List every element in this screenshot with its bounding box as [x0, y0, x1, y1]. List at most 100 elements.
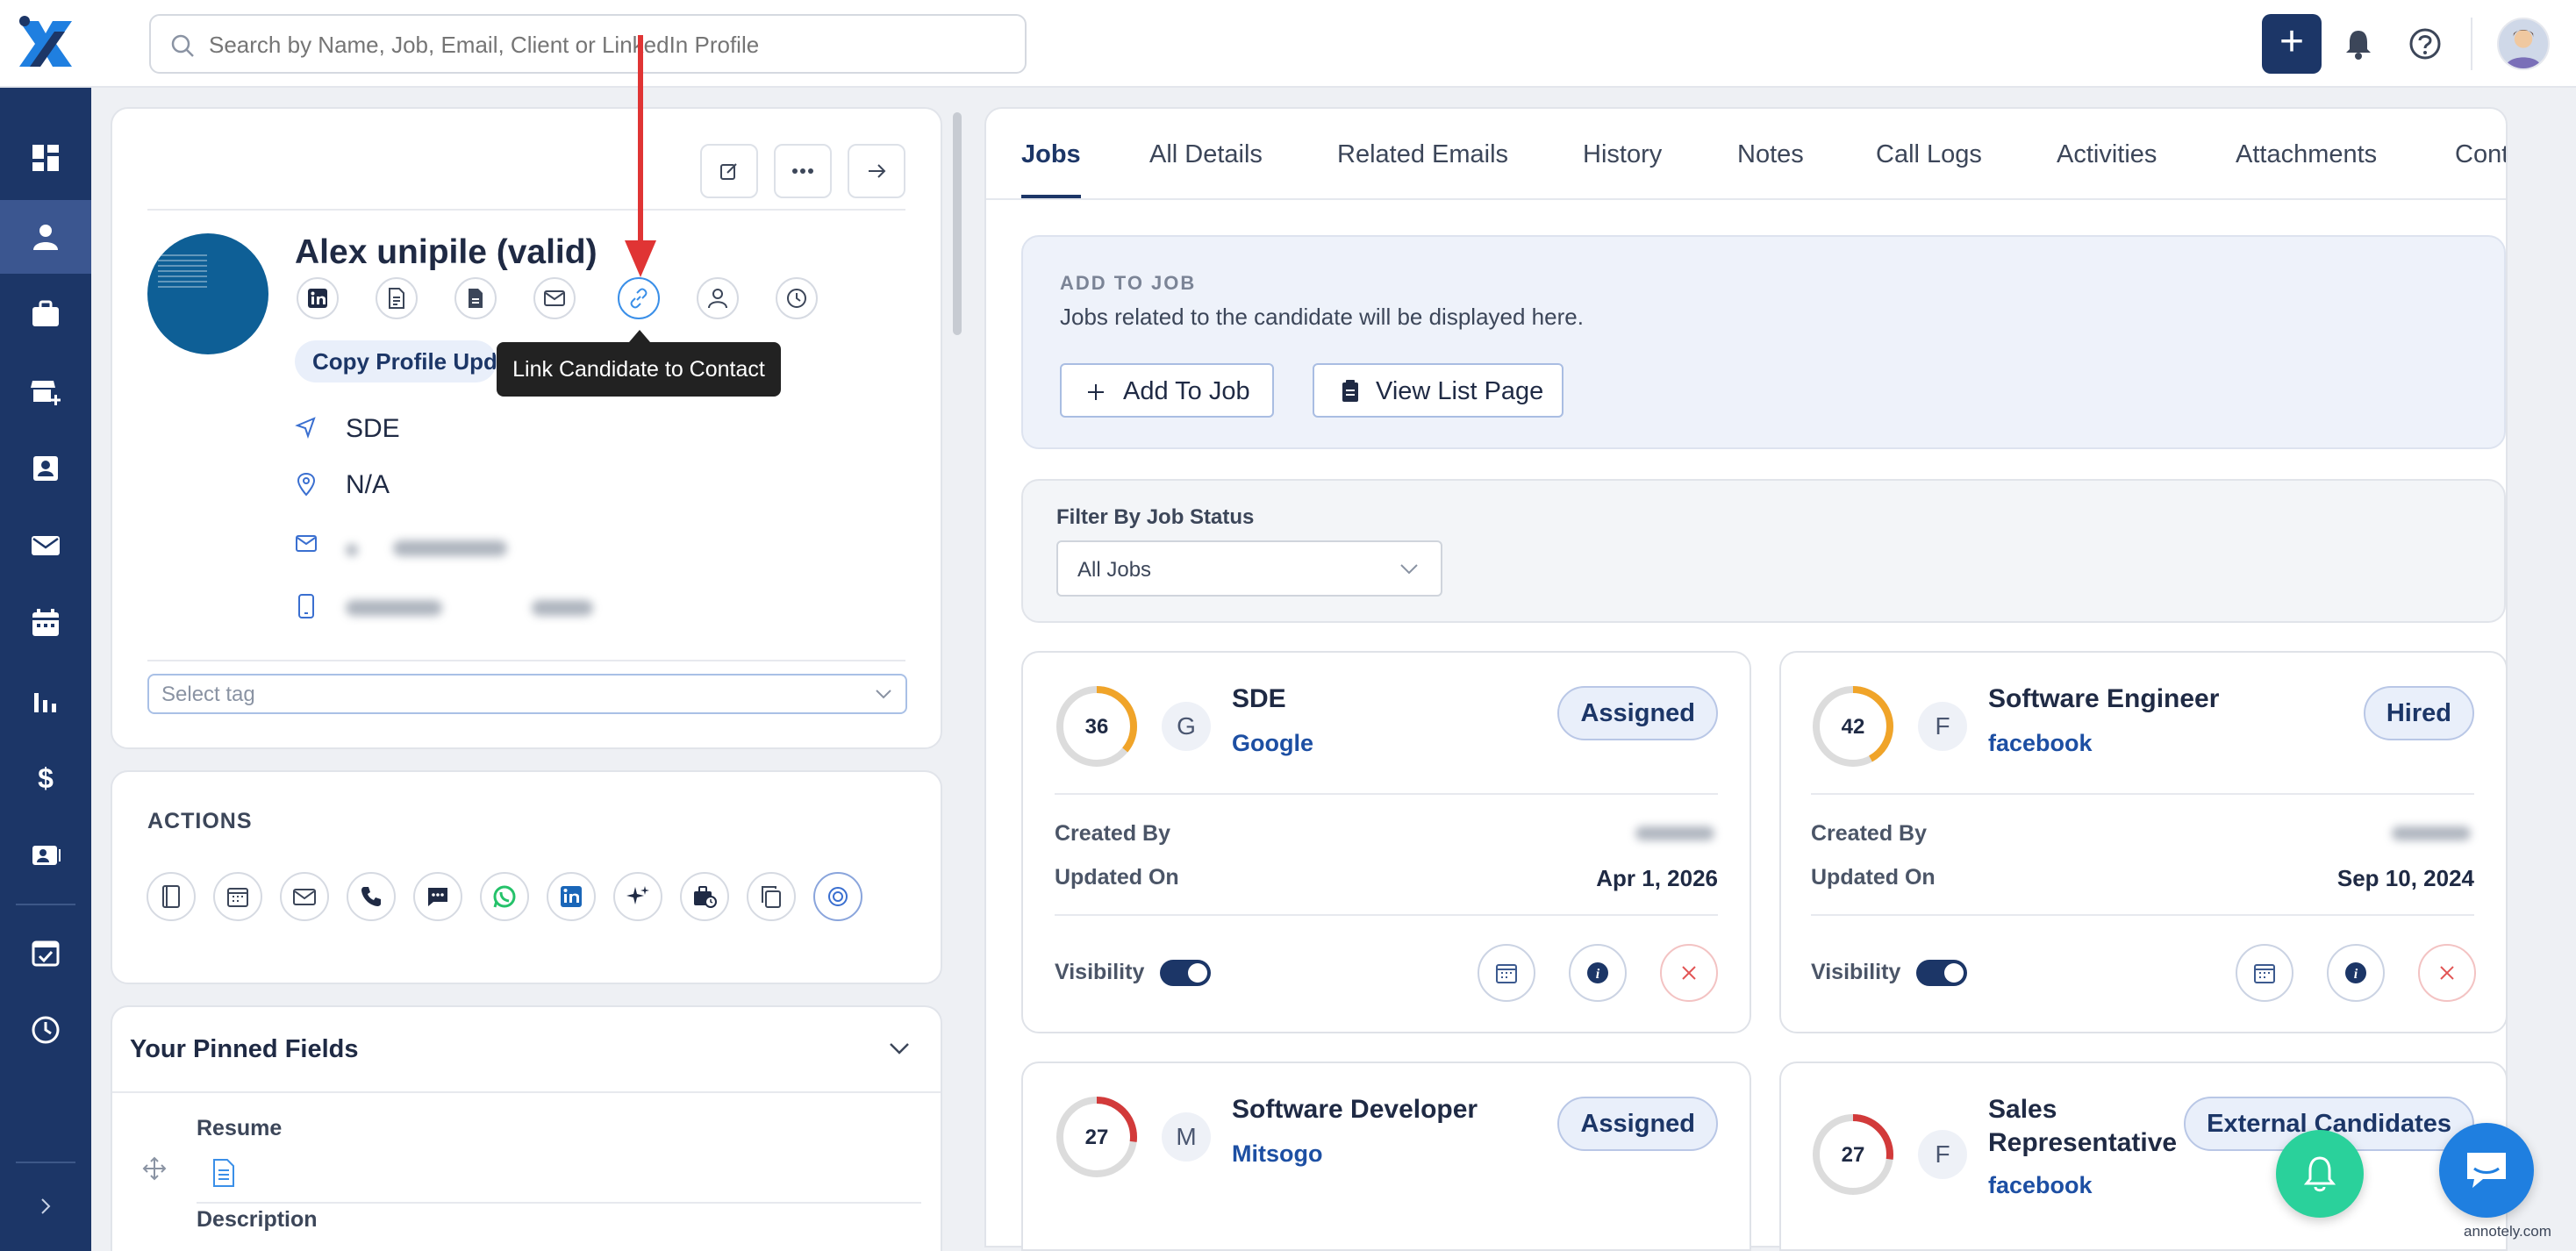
job-card[interactable]: 27 M Software Developer Mitsogo Assigned — [1021, 1062, 1751, 1251]
copy-profile-update-button[interactable]: Copy Profile Upda — [295, 340, 497, 382]
add-to-job-button[interactable]: Add To Job — [1060, 363, 1274, 418]
job-card[interactable]: 27 F Sales Representative facebook Exter… — [1779, 1062, 2508, 1251]
contact-person-button[interactable] — [697, 277, 739, 319]
visibility-toggle[interactable] — [1916, 960, 1967, 986]
job-info-button[interactable]: i — [1569, 944, 1627, 1002]
job-card[interactable]: 36 G SDE Google Assigned Created By Upda… — [1021, 651, 1751, 1033]
location-icon — [297, 472, 316, 497]
chat-support-fab[interactable] — [2439, 1123, 2534, 1218]
notebook-icon — [162, 885, 180, 908]
tab-activities[interactable]: Activities — [2057, 140, 2157, 169]
history-button[interactable] — [776, 277, 818, 319]
sidebar-item-email[interactable] — [0, 509, 91, 583]
sidebar-item-interviews[interactable] — [0, 818, 91, 891]
sidebar-item-dashboard[interactable] — [0, 121, 91, 195]
sequence-action-button[interactable] — [813, 872, 862, 921]
submit-to-job-action-button[interactable] — [680, 872, 729, 921]
user-avatar[interactable] — [2497, 18, 2550, 70]
add-new-button[interactable]: + — [2262, 14, 2322, 74]
status-badge[interactable]: Assigned — [1557, 686, 1718, 740]
company-name[interactable]: Google — [1232, 730, 1313, 757]
email-action-button[interactable] — [280, 872, 329, 921]
candidate-photo — [147, 233, 268, 354]
whatsapp-action-button[interactable] — [480, 872, 529, 921]
duplicate-action-button[interactable] — [747, 872, 796, 921]
notification-bell-icon[interactable] — [2341, 26, 2376, 61]
link-contact-button[interactable] — [618, 277, 660, 319]
sidebar-item-jobs[interactable] — [0, 277, 91, 351]
tab-contacts[interactable]: Cont — [2455, 140, 2506, 169]
app-logo[interactable] — [12, 12, 79, 75]
job-title-line-2[interactable]: Representative — [1988, 1128, 2177, 1158]
sidebar-item-reports[interactable] — [0, 663, 91, 737]
job-status-select[interactable]: All Jobs — [1056, 540, 1442, 597]
visibility-toggle[interactable] — [1160, 960, 1211, 986]
job-title[interactable]: SDE — [1232, 684, 1286, 714]
tab-notes[interactable]: Notes — [1737, 140, 1804, 169]
email-button[interactable] — [533, 277, 576, 319]
status-badge[interactable]: Assigned — [1557, 1097, 1718, 1151]
sidebar-item-calendar[interactable] — [0, 586, 91, 660]
sidebar-item-tasks[interactable] — [0, 916, 91, 990]
sms-action-button[interactable] — [413, 872, 462, 921]
actions-heading: ACTIONS — [147, 809, 253, 833]
job-card[interactable]: 42 F Software Engineer facebook Hired Cr… — [1779, 651, 2508, 1033]
copy-icon — [762, 886, 781, 908]
resume-field-label: Resume — [197, 1116, 283, 1140]
annotation-arrow — [625, 35, 656, 277]
card-divider — [1055, 914, 1718, 916]
resume-file-icon[interactable] — [211, 1158, 237, 1188]
tag-select[interactable]: Select tag — [147, 674, 907, 714]
tab-related-emails[interactable]: Related Emails — [1337, 140, 1508, 169]
job-info-button[interactable]: i — [2327, 944, 2385, 1002]
remove-job-button[interactable] — [2418, 944, 2476, 1002]
drag-handle-icon[interactable] — [142, 1156, 167, 1181]
tab-all-details[interactable]: All Details — [1149, 140, 1263, 169]
schedule-interview-button[interactable] — [1478, 944, 1535, 1002]
redacted-email-start — [346, 544, 358, 556]
call-action-button[interactable] — [347, 872, 396, 921]
more-options-button[interactable] — [774, 144, 832, 198]
company-name[interactable]: facebook — [1988, 730, 2093, 757]
next-candidate-button[interactable] — [848, 144, 905, 198]
job-title[interactable]: Software Developer — [1232, 1095, 1478, 1125]
ai-action-button[interactable] — [613, 872, 662, 921]
add-to-job-subtitle: Jobs related to the candidate will be di… — [1060, 304, 1584, 330]
global-search[interactable] — [149, 14, 1027, 74]
view-list-page-button[interactable]: View List Page — [1313, 363, 1563, 418]
remove-job-button[interactable] — [1660, 944, 1718, 1002]
company-name[interactable]: facebook — [1988, 1172, 2093, 1199]
linkedin-profile-button[interactable] — [297, 277, 339, 319]
sidebar-item-candidates[interactable] — [0, 200, 91, 274]
schedule-action-button[interactable] — [213, 872, 262, 921]
linkedin-action-button[interactable] — [547, 872, 596, 921]
search-input[interactable] — [209, 25, 998, 65]
resume-button[interactable] — [376, 277, 418, 319]
job-title-line-1[interactable]: Sales — [1988, 1095, 2057, 1125]
tab-call-logs[interactable]: Call Logs — [1876, 140, 1982, 169]
chevron-down-icon[interactable] — [888, 1040, 911, 1056]
sidebar-item-billing[interactable]: $ — [0, 740, 91, 814]
tab-attachments[interactable]: Attachments — [2236, 140, 2377, 169]
calendar-check-icon — [32, 940, 60, 967]
clipboard-icon — [1342, 380, 1358, 402]
tab-history[interactable]: History — [1583, 140, 1662, 169]
sidebar-item-history[interactable] — [0, 993, 91, 1067]
company-name[interactable]: Mitsogo — [1232, 1140, 1322, 1168]
notifications-fab[interactable] — [2276, 1130, 2364, 1218]
created-by-label: Created By — [1055, 821, 1170, 846]
sidebar-item-contacts[interactable] — [0, 432, 91, 505]
navigation-icon — [295, 417, 316, 439]
notes-action-button[interactable] — [147, 872, 196, 921]
status-badge[interactable]: Hired — [2363, 686, 2474, 740]
help-icon[interactable] — [2408, 26, 2443, 61]
left-panel-scrollbar[interactable] — [953, 112, 962, 335]
job-title[interactable]: Software Engineer — [1988, 684, 2219, 714]
sidebar-expand-button[interactable] — [0, 1176, 91, 1237]
tab-jobs[interactable]: Jobs — [1021, 140, 1081, 169]
formatted-resume-button[interactable] — [454, 277, 497, 319]
edit-button[interactable] — [700, 144, 758, 198]
card-divider — [1055, 793, 1718, 795]
schedule-interview-button[interactable] — [2236, 944, 2293, 1002]
sidebar-item-clients[interactable] — [0, 354, 91, 428]
